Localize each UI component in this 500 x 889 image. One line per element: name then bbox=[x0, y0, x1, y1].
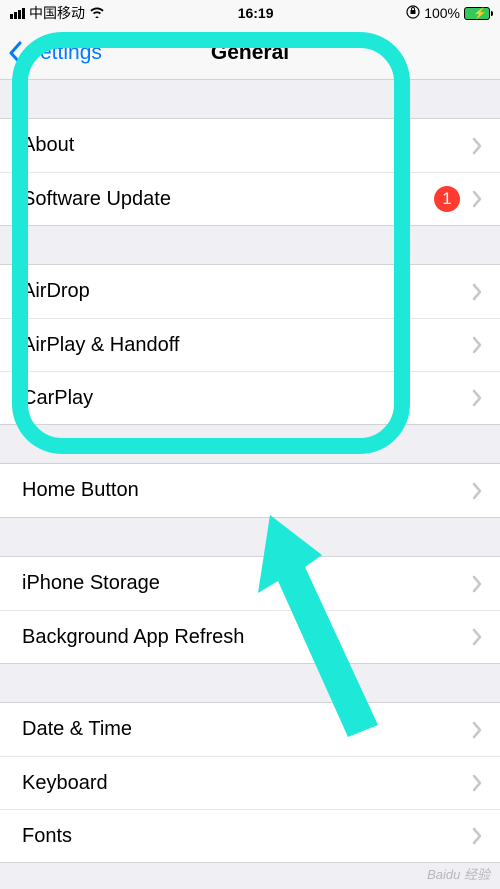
status-time: 16:19 bbox=[238, 5, 274, 21]
status-left: 中国移动 bbox=[10, 3, 105, 23]
status-bar: 中国移动 16:19 100% ⚡ bbox=[0, 0, 500, 26]
row-label: Fonts bbox=[22, 825, 472, 848]
settings-group-2: AirDrop AirPlay & Handoff CarPlay bbox=[0, 264, 500, 425]
watermark: Baidu 经验 bbox=[427, 864, 490, 883]
carrier-label: 中国移动 bbox=[29, 3, 85, 23]
chevron-right-icon bbox=[472, 482, 482, 500]
row-label: CarPlay bbox=[22, 387, 472, 410]
row-label: iPhone Storage bbox=[22, 572, 472, 595]
chevron-right-icon bbox=[472, 389, 482, 407]
chevron-right-icon bbox=[472, 283, 482, 301]
orientation-lock-icon bbox=[406, 5, 420, 22]
chevron-right-icon bbox=[472, 190, 482, 208]
back-chevron-icon bbox=[8, 41, 22, 65]
row-carplay[interactable]: CarPlay bbox=[0, 371, 500, 424]
settings-group-1: About Software Update 1 bbox=[0, 118, 500, 226]
row-home-button[interactable]: Home Button bbox=[0, 464, 500, 517]
status-right: 100% ⚡ bbox=[406, 5, 490, 22]
update-badge: 1 bbox=[434, 186, 460, 212]
chevron-right-icon bbox=[472, 137, 482, 155]
row-airdrop[interactable]: AirDrop bbox=[0, 265, 500, 318]
row-background-app-refresh[interactable]: Background App Refresh bbox=[0, 610, 500, 663]
settings-group-4: iPhone Storage Background App Refresh bbox=[0, 556, 500, 664]
row-about[interactable]: About bbox=[0, 119, 500, 172]
row-label: AirDrop bbox=[22, 280, 472, 303]
back-button[interactable]: Settings bbox=[0, 41, 102, 65]
row-label: About bbox=[22, 134, 472, 157]
chevron-right-icon bbox=[472, 575, 482, 593]
row-label: Keyboard bbox=[22, 772, 472, 795]
wifi-icon bbox=[89, 5, 105, 21]
chevron-right-icon bbox=[472, 774, 482, 792]
nav-bar: Settings General bbox=[0, 26, 500, 80]
settings-group-5: Date & Time Keyboard Fonts bbox=[0, 702, 500, 863]
row-label: Home Button bbox=[22, 479, 472, 502]
chevron-right-icon bbox=[472, 721, 482, 739]
battery-percent: 100% bbox=[424, 5, 460, 21]
row-iphone-storage[interactable]: iPhone Storage bbox=[0, 557, 500, 610]
row-keyboard[interactable]: Keyboard bbox=[0, 756, 500, 809]
battery-icon: ⚡ bbox=[464, 7, 490, 20]
signal-icon bbox=[10, 8, 25, 19]
settings-group-3: Home Button bbox=[0, 463, 500, 518]
row-software-update[interactable]: Software Update 1 bbox=[0, 172, 500, 225]
row-label: Background App Refresh bbox=[22, 626, 472, 649]
row-airplay-handoff[interactable]: AirPlay & Handoff bbox=[0, 318, 500, 371]
row-label: Software Update bbox=[22, 188, 434, 211]
chevron-right-icon bbox=[472, 827, 482, 845]
chevron-right-icon bbox=[472, 628, 482, 646]
row-label: Date & Time bbox=[22, 718, 472, 741]
row-fonts[interactable]: Fonts bbox=[0, 809, 500, 862]
back-label: Settings bbox=[26, 41, 102, 65]
row-label: AirPlay & Handoff bbox=[22, 334, 472, 357]
chevron-right-icon bbox=[472, 336, 482, 354]
row-date-time[interactable]: Date & Time bbox=[0, 703, 500, 756]
